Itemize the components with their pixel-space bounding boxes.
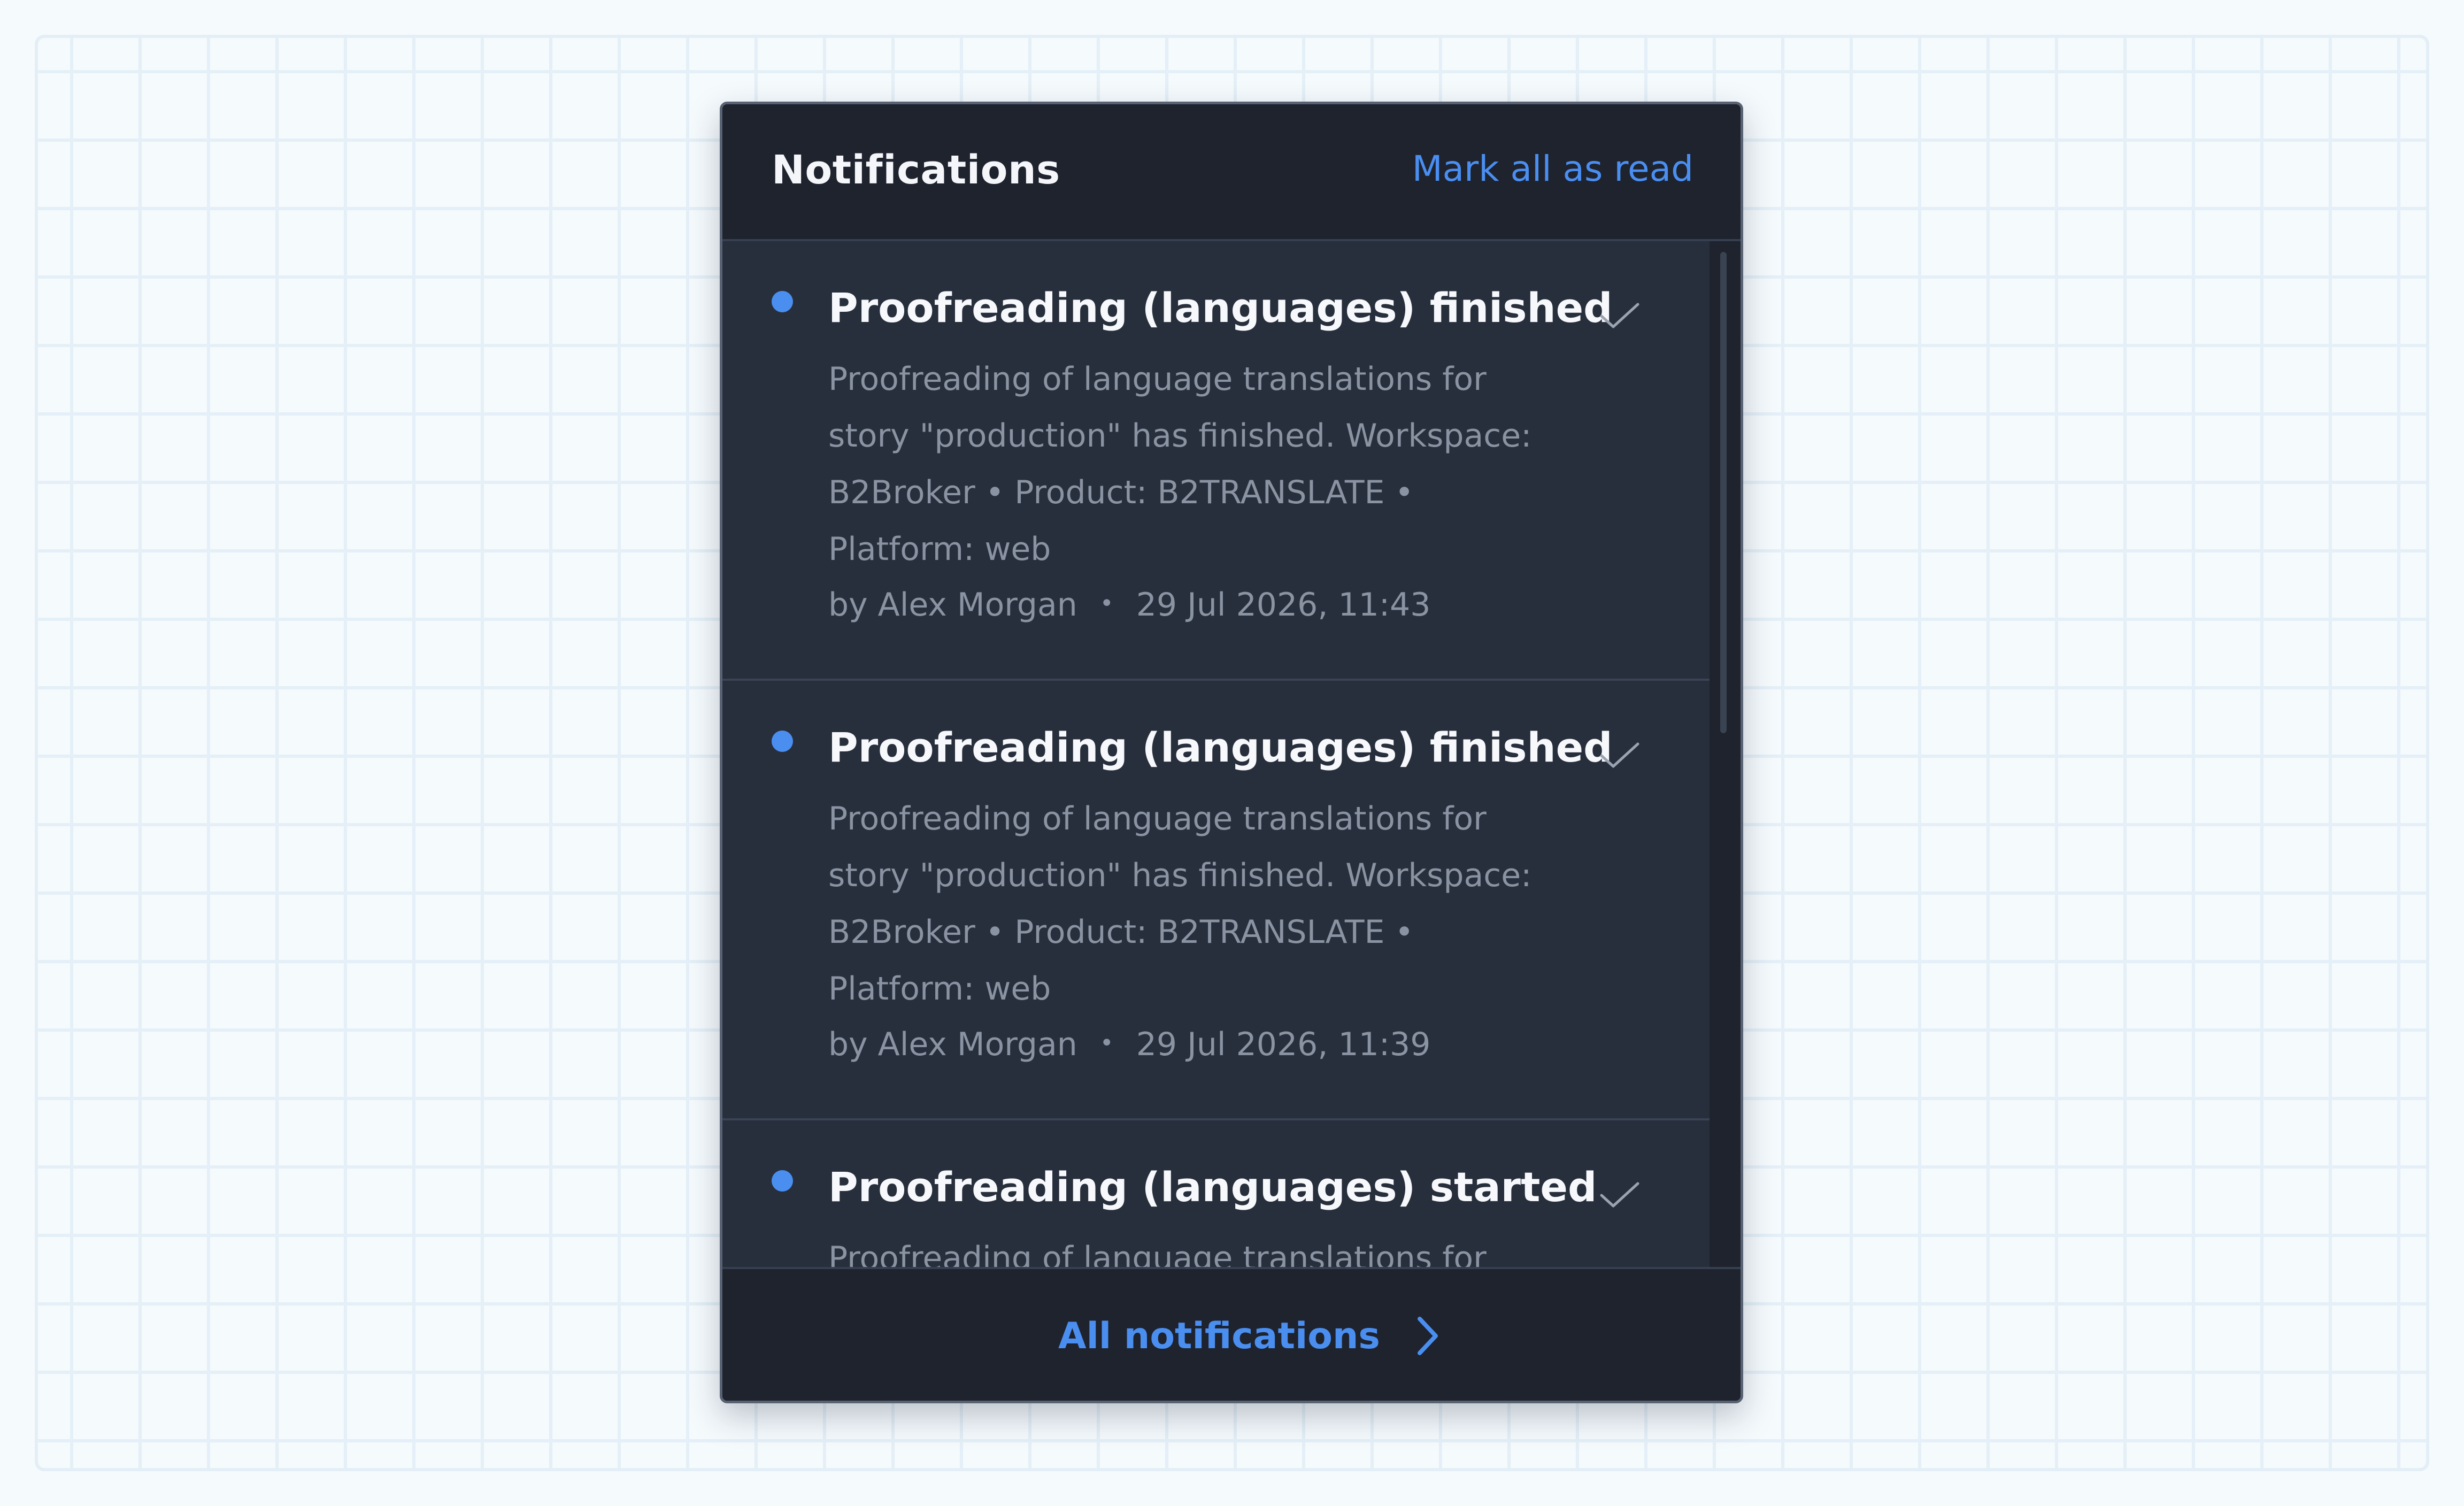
notification-title: Proofreading (languages) finished	[828, 284, 1613, 332]
notification-title: Proofreading (languages) started	[828, 1163, 1597, 1211]
scrollbar-thumb[interactable]	[1720, 252, 1727, 733]
check-icon[interactable]	[1598, 1179, 1641, 1211]
scrollbar[interactable]	[1710, 241, 1741, 1267]
notifications-panel: Notifications Mark all as read Proofread…	[720, 102, 1743, 1403]
all-notifications-link[interactable]: All notifications	[1058, 1312, 1441, 1360]
notification-body: Proofreading of language translations fo…	[828, 800, 1532, 1008]
notification-meta: by Alex Morgan • 29 Jul 2026, 11:43	[828, 586, 1430, 624]
unread-dot-icon	[772, 731, 793, 752]
notification-item[interactable]: Proofreading (languages) started Proofre…	[722, 1120, 1710, 1267]
panel-header: Notifications Mark all as read	[722, 104, 1741, 241]
unread-dot-icon	[772, 1170, 793, 1192]
notification-item[interactable]: Proofreading (languages) finished Proofr…	[722, 241, 1710, 681]
panel-title: Notifications	[772, 147, 1060, 193]
notification-meta: by Alex Morgan • 29 Jul 2026, 11:39	[828, 1026, 1430, 1063]
notification-title: Proofreading (languages) finished	[828, 724, 1613, 771]
meta-separator: •	[1099, 1029, 1114, 1057]
all-notifications-label: All notifications	[1058, 1315, 1380, 1357]
notification-body: Proofreading of language translations fo…	[828, 360, 1532, 568]
panel-footer: All notifications	[722, 1267, 1741, 1401]
check-icon[interactable]	[1598, 300, 1641, 332]
unread-dot-icon	[772, 291, 793, 312]
notification-timestamp: 29 Jul 2026, 11:39	[1136, 1026, 1431, 1063]
meta-separator: •	[1099, 589, 1114, 617]
notification-author: by Alex Morgan	[828, 1026, 1077, 1063]
notification-body: Proofreading of language translations fo…	[828, 1240, 1487, 1267]
mark-all-read-link[interactable]: Mark all as read	[1412, 148, 1693, 189]
notification-author: by Alex Morgan	[828, 586, 1077, 624]
check-icon[interactable]	[1598, 740, 1641, 772]
notification-list[interactable]: Proofreading (languages) finished Proofr…	[722, 241, 1710, 1267]
notification-item[interactable]: Proofreading (languages) finished Proofr…	[722, 681, 1710, 1120]
chevron-right-icon	[1417, 1317, 1438, 1355]
notification-timestamp: 29 Jul 2026, 11:43	[1136, 586, 1431, 624]
